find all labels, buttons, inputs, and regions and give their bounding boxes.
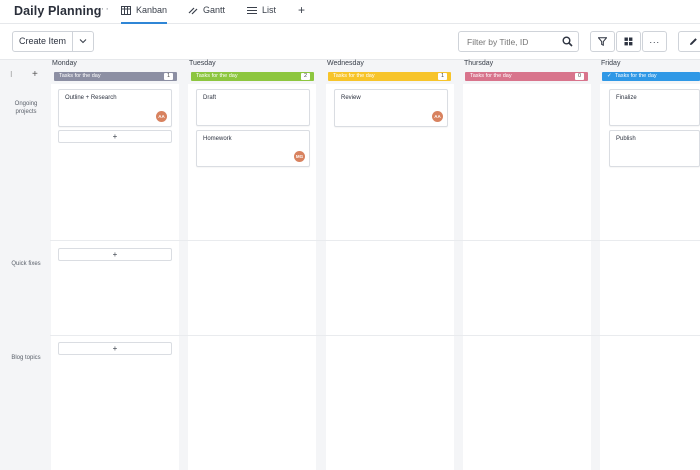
avatar[interactable]: MG <box>294 151 305 162</box>
card-draft[interactable]: Draft <box>196 89 310 126</box>
column-bar-tuesday[interactable]: Tasks for the day 2 <box>191 72 314 81</box>
avatar[interactable]: AA <box>432 111 443 122</box>
collapse-lanes-icon[interactable]: ⁝ <box>10 70 13 79</box>
funnel-icon <box>598 37 607 46</box>
column-title-wednesday: Wednesday <box>327 60 364 67</box>
add-card-button[interactable]: + <box>58 342 172 355</box>
card-title: Review <box>341 95 361 101</box>
tab-gantt-label: Gantt <box>203 5 226 15</box>
card-homework[interactable]: Homework MG <box>196 130 310 167</box>
count-badge: 1 <box>164 73 173 80</box>
column-bar-thursday[interactable]: Tasks for the day 0 <box>465 72 588 81</box>
card-title: Outline + Research <box>65 95 117 101</box>
card-title: Publish <box>616 136 636 142</box>
create-item-button[interactable]: Create Item <box>12 31 94 52</box>
search-icon[interactable] <box>562 36 573 47</box>
card-title: Homework <box>203 136 232 142</box>
column-title-thursday: Thursday <box>464 60 494 67</box>
column-bar-label: Tasks for the day <box>470 73 512 79</box>
card-title: Finalize <box>616 95 637 101</box>
add-card-button[interactable]: + <box>58 248 172 261</box>
column-bar-wednesday[interactable]: Tasks for the day 1 <box>328 72 451 81</box>
add-view-button[interactable]: + <box>298 3 305 17</box>
swimlane-divider <box>50 240 700 241</box>
top-bar: Daily Planning ··· Kanban Gantt List + <box>0 0 700 24</box>
card-review[interactable]: Review AA <box>334 89 448 127</box>
tab-kanban-label: Kanban <box>136 5 168 15</box>
column-title-friday: Friday <box>601 60 621 67</box>
kanban-icon <box>121 6 131 15</box>
toolbar: Create Item ··· <box>0 24 700 60</box>
column-bar-label: Tasks for the day <box>333 73 375 79</box>
count-badge: 0 <box>575 73 584 80</box>
column-bar-monday[interactable]: Tasks for the day 1 <box>54 72 177 81</box>
tab-list-label: List <box>262 5 277 15</box>
column-bar-label: Tasks for the day <box>615 73 657 79</box>
add-card-button[interactable]: + <box>58 130 172 143</box>
column-thursday <box>463 84 591 470</box>
filter-button[interactable] <box>590 31 615 52</box>
swimlane-label-quick-fixes[interactable]: Quick fixes <box>4 260 48 268</box>
column-bar-label: Tasks for the day <box>59 73 101 79</box>
more-options-button[interactable]: ··· <box>642 31 667 52</box>
count-badge: 2 <box>301 73 310 80</box>
card-finalize[interactable]: Finalize <box>609 89 700 126</box>
gantt-icon <box>188 7 198 15</box>
page-title: Daily Planning <box>14 4 102 18</box>
edit-button[interactable] <box>678 31 700 52</box>
avatar[interactable]: AA <box>156 111 167 122</box>
tab-kanban[interactable]: Kanban <box>121 5 168 24</box>
column-title-monday: Monday <box>52 60 77 67</box>
add-swimlane-button[interactable]: + <box>32 69 38 80</box>
pencil-icon <box>689 38 697 45</box>
column-wednesday <box>326 84 454 470</box>
swimlane-label-blog-topics[interactable]: Blog topics <box>4 354 48 362</box>
card-outline-research[interactable]: Outline + Research AA <box>58 89 172 127</box>
column-bar-label: Tasks for the day <box>196 73 238 79</box>
list-icon <box>247 7 257 14</box>
group-by-button[interactable] <box>616 31 641 52</box>
count-badge: 1 <box>438 73 447 80</box>
card-publish[interactable]: Publish <box>609 130 700 167</box>
column-title-tuesday: Tuesday <box>189 60 216 67</box>
ellipsis-icon: ··· <box>649 36 660 47</box>
tab-list[interactable]: List <box>247 5 276 24</box>
tab-gantt[interactable]: Gantt <box>188 5 225 24</box>
column-bar-friday[interactable]: ✓ Tasks for the day <box>602 72 700 81</box>
check-icon: ✓ <box>607 73 612 79</box>
swimlane-divider <box>50 335 700 336</box>
create-item-label: Create Item <box>13 32 73 51</box>
chevron-down-icon[interactable] <box>73 32 93 51</box>
filter-input[interactable] <box>458 31 579 52</box>
card-title: Draft <box>203 95 217 101</box>
title-more-icon[interactable]: ··· <box>96 3 110 15</box>
swimlane-label-ongoing-projects[interactable]: Ongoing projects <box>4 100 48 116</box>
grid-icon <box>624 37 633 46</box>
